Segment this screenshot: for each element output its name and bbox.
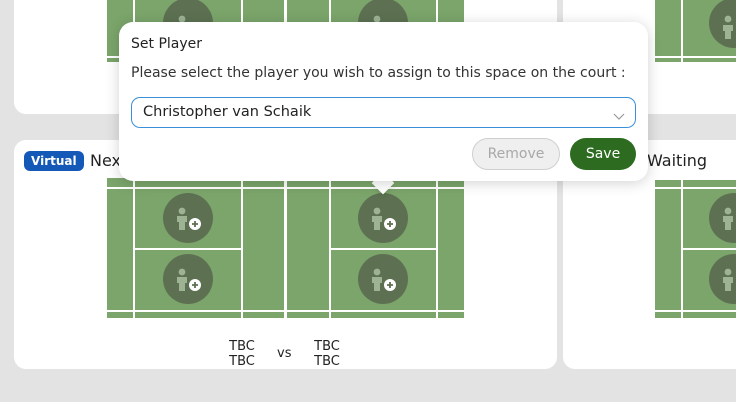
add-player-slot[interactable] [358,254,408,304]
court-next-b [287,178,464,318]
add-player-slot[interactable] [709,0,736,48]
team-right-player-1: TBC [314,339,340,354]
team-left-player-1: TBC [229,339,255,354]
team-left: TBC TBC [222,339,262,369]
add-player-slot[interactable] [709,193,736,243]
dialog-prompt: Please select the player you wish to ass… [131,65,626,81]
vs-label: vs [277,346,292,361]
court-waiting [655,180,736,318]
dialog-title: Set Player [131,36,203,52]
set-player-dialog: Set Player Please select the player you … [119,22,648,181]
add-player-slot[interactable] [358,193,408,243]
remove-button[interactable]: Remove [472,138,560,170]
card-title: Nex [90,151,121,170]
add-player-slot[interactable] [709,254,736,304]
chevron-down-icon [613,107,625,126]
player-select[interactable]: Christopher van Schaik [131,97,636,128]
court-next-a [107,178,284,318]
add-player-slot[interactable] [163,193,213,243]
virtual-badge: Virtual [24,151,84,171]
selected-player: Christopher van Schaik [143,104,312,120]
court-top-right [655,0,736,62]
save-button[interactable]: Save [570,138,636,170]
team-left-player-2: TBC [229,354,255,369]
team-right-player-2: TBC [314,354,340,369]
card-title: Waiting [647,151,708,170]
add-player-slot[interactable] [163,254,213,304]
team-right: TBC TBC [307,339,347,369]
